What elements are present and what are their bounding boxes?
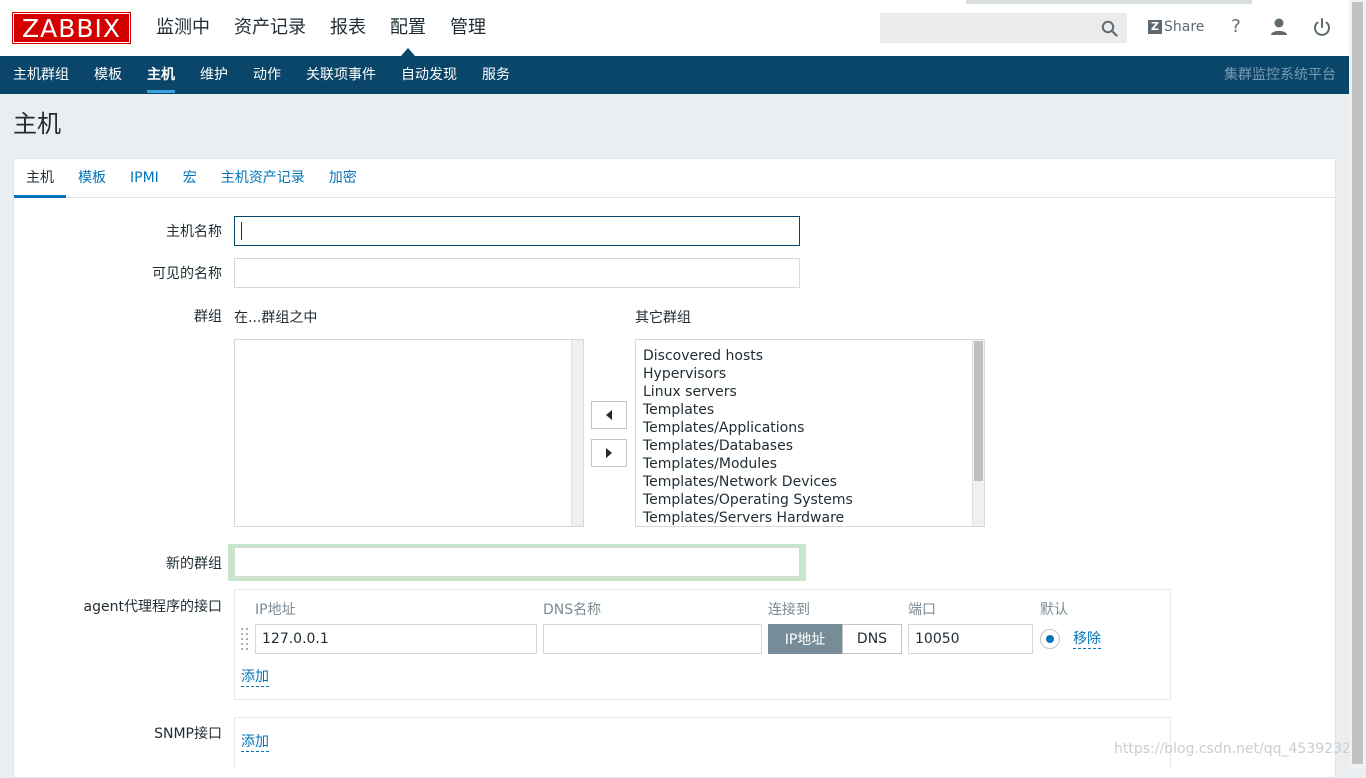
group-option[interactable]: Hypervisors: [636, 365, 853, 383]
visible-name-input[interactable]: [234, 258, 800, 288]
connect-dns-option[interactable]: DNS: [842, 624, 902, 654]
share-link[interactable]: Z Share: [1148, 17, 1204, 37]
groups-label: 群组: [194, 309, 222, 325]
group-option[interactable]: Templates/Modules: [636, 455, 853, 473]
default-interface-radio[interactable]: [1040, 629, 1060, 649]
agent-interfaces-label: agent代理程序的接口: [83, 599, 222, 615]
other-groups-scrollbar[interactable]: [972, 340, 984, 526]
other-groups-options: Discovered hosts Hypervisors Linux serve…: [636, 347, 853, 526]
tab-inventory[interactable]: 主机资产记录: [209, 159, 317, 197]
sub-menu-actions[interactable]: 动作: [253, 56, 281, 94]
page-scroll-thumb[interactable]: [1352, 2, 1363, 764]
snmp-interfaces-label: SNMP接口: [154, 726, 222, 742]
top-menu-inventory[interactable]: 资产记录: [234, 0, 306, 56]
in-groups-listbox[interactable]: [234, 339, 584, 527]
other-groups-listbox[interactable]: Discovered hosts Hypervisors Linux serve…: [635, 339, 985, 527]
in-groups-scrollbar[interactable]: [571, 340, 583, 526]
group-option[interactable]: Templates/Operating Systems: [636, 491, 853, 509]
sub-menu-correlation[interactable]: 关联项事件: [306, 56, 376, 94]
agent-dns-input[interactable]: [543, 624, 762, 654]
sub-menu-services[interactable]: 服务: [482, 56, 510, 94]
user-profile-icon[interactable]: [1268, 16, 1290, 38]
watermark: https://blog.csdn.net/qq_45392321: [1114, 741, 1360, 757]
top-bar: ZABBIX 监测中 资产记录 报表 配置 管理 Z Share ?: [0, 0, 1349, 56]
col-default: 默认: [1040, 602, 1068, 618]
col-connect-to: 连接到: [768, 602, 810, 618]
other-groups-heading: 其它群组: [635, 310, 691, 326]
text-caret: [241, 222, 242, 240]
top-menu: 监测中 资产记录 报表 配置 管理: [156, 0, 510, 56]
sub-menu-maintenance[interactable]: 维护: [200, 56, 228, 94]
tab-macros[interactable]: 宏: [171, 159, 209, 197]
sub-menu-discovery[interactable]: 自动发现: [401, 56, 457, 94]
search-box: [880, 13, 1127, 43]
group-option[interactable]: Linux servers: [636, 383, 853, 401]
move-right-button[interactable]: [591, 439, 627, 467]
col-ip-address: IP地址: [255, 602, 296, 618]
page-scrollbar[interactable]: [1349, 0, 1366, 768]
help-icon[interactable]: ?: [1225, 16, 1247, 38]
new-group-highlight: [228, 544, 806, 581]
search-input[interactable]: [881, 14, 1107, 42]
group-option[interactable]: Templates/Applications: [636, 419, 853, 437]
visible-name-label: 可见的名称: [152, 266, 222, 282]
dropdown-shadow: [966, 0, 1252, 4]
server-name: 集群监控系统平台: [1224, 67, 1336, 83]
arrow-left-icon: [606, 410, 612, 420]
sub-menu-templates[interactable]: 模板: [94, 56, 122, 94]
arrow-right-icon: [606, 448, 612, 458]
agent-port-input[interactable]: [908, 624, 1033, 654]
col-dns-name: DNS名称: [543, 602, 602, 618]
group-option[interactable]: Templates/Servers Hardware: [636, 509, 853, 526]
host-name-label: 主机名称: [166, 224, 222, 240]
new-group-label: 新的群组: [166, 556, 222, 572]
group-option[interactable]: Discovered hosts: [636, 347, 853, 365]
tab-ipmi[interactable]: IPMI: [118, 159, 171, 197]
col-port: 端口: [908, 602, 936, 618]
tab-host[interactable]: 主机: [14, 159, 66, 198]
sub-menu: 主机群组 模板 主机 维护 动作 关联项事件 自动发现 服务: [13, 56, 535, 94]
search-icon[interactable]: [1101, 20, 1118, 37]
top-menu-configuration[interactable]: 配置: [390, 0, 426, 56]
snmp-interfaces-box: [234, 717, 1171, 768]
top-menu-administration[interactable]: 管理: [450, 0, 486, 56]
connect-to-toggle: IP地址 DNS: [768, 624, 902, 654]
remove-interface-link[interactable]: 移除: [1073, 631, 1101, 649]
connect-ip-option[interactable]: IP地址: [768, 624, 842, 654]
sign-out-icon[interactable]: [1311, 16, 1333, 38]
group-option[interactable]: Templates: [636, 401, 853, 419]
host-name-input[interactable]: [234, 216, 800, 246]
group-option[interactable]: Templates/Databases: [636, 437, 853, 455]
form-tabs: 主机 模板 IPMI 宏 主机资产记录 加密: [14, 159, 1335, 198]
share-label: Share: [1164, 19, 1205, 35]
drag-handle-icon[interactable]: [241, 628, 249, 650]
add-snmp-interface-link[interactable]: 添加: [241, 734, 269, 752]
top-menu-monitoring[interactable]: 监测中: [156, 0, 210, 56]
sub-menu-host-groups[interactable]: 主机群组: [13, 56, 69, 94]
add-agent-interface-link[interactable]: 添加: [241, 669, 269, 687]
tab-templates[interactable]: 模板: [66, 159, 118, 197]
move-left-button[interactable]: [591, 401, 627, 429]
group-option[interactable]: Templates/Network Devices: [636, 473, 853, 491]
new-group-input[interactable]: [234, 547, 800, 577]
sub-menu-bar: 主机群组 模板 主机 维护 动作 关联项事件 自动发现 服务 集群监控系统平台: [0, 56, 1349, 94]
tab-encryption[interactable]: 加密: [317, 159, 369, 197]
in-groups-heading: 在...群组之中: [234, 310, 318, 326]
agent-ip-input[interactable]: [255, 624, 537, 654]
top-menu-reports[interactable]: 报表: [330, 0, 366, 56]
sub-menu-hosts[interactable]: 主机: [147, 56, 175, 94]
page-title: 主机: [13, 110, 61, 138]
share-z-icon: Z: [1148, 20, 1162, 34]
zabbix-logo[interactable]: ZABBIX: [12, 12, 131, 44]
other-groups-scroll-thumb[interactable]: [974, 341, 983, 481]
